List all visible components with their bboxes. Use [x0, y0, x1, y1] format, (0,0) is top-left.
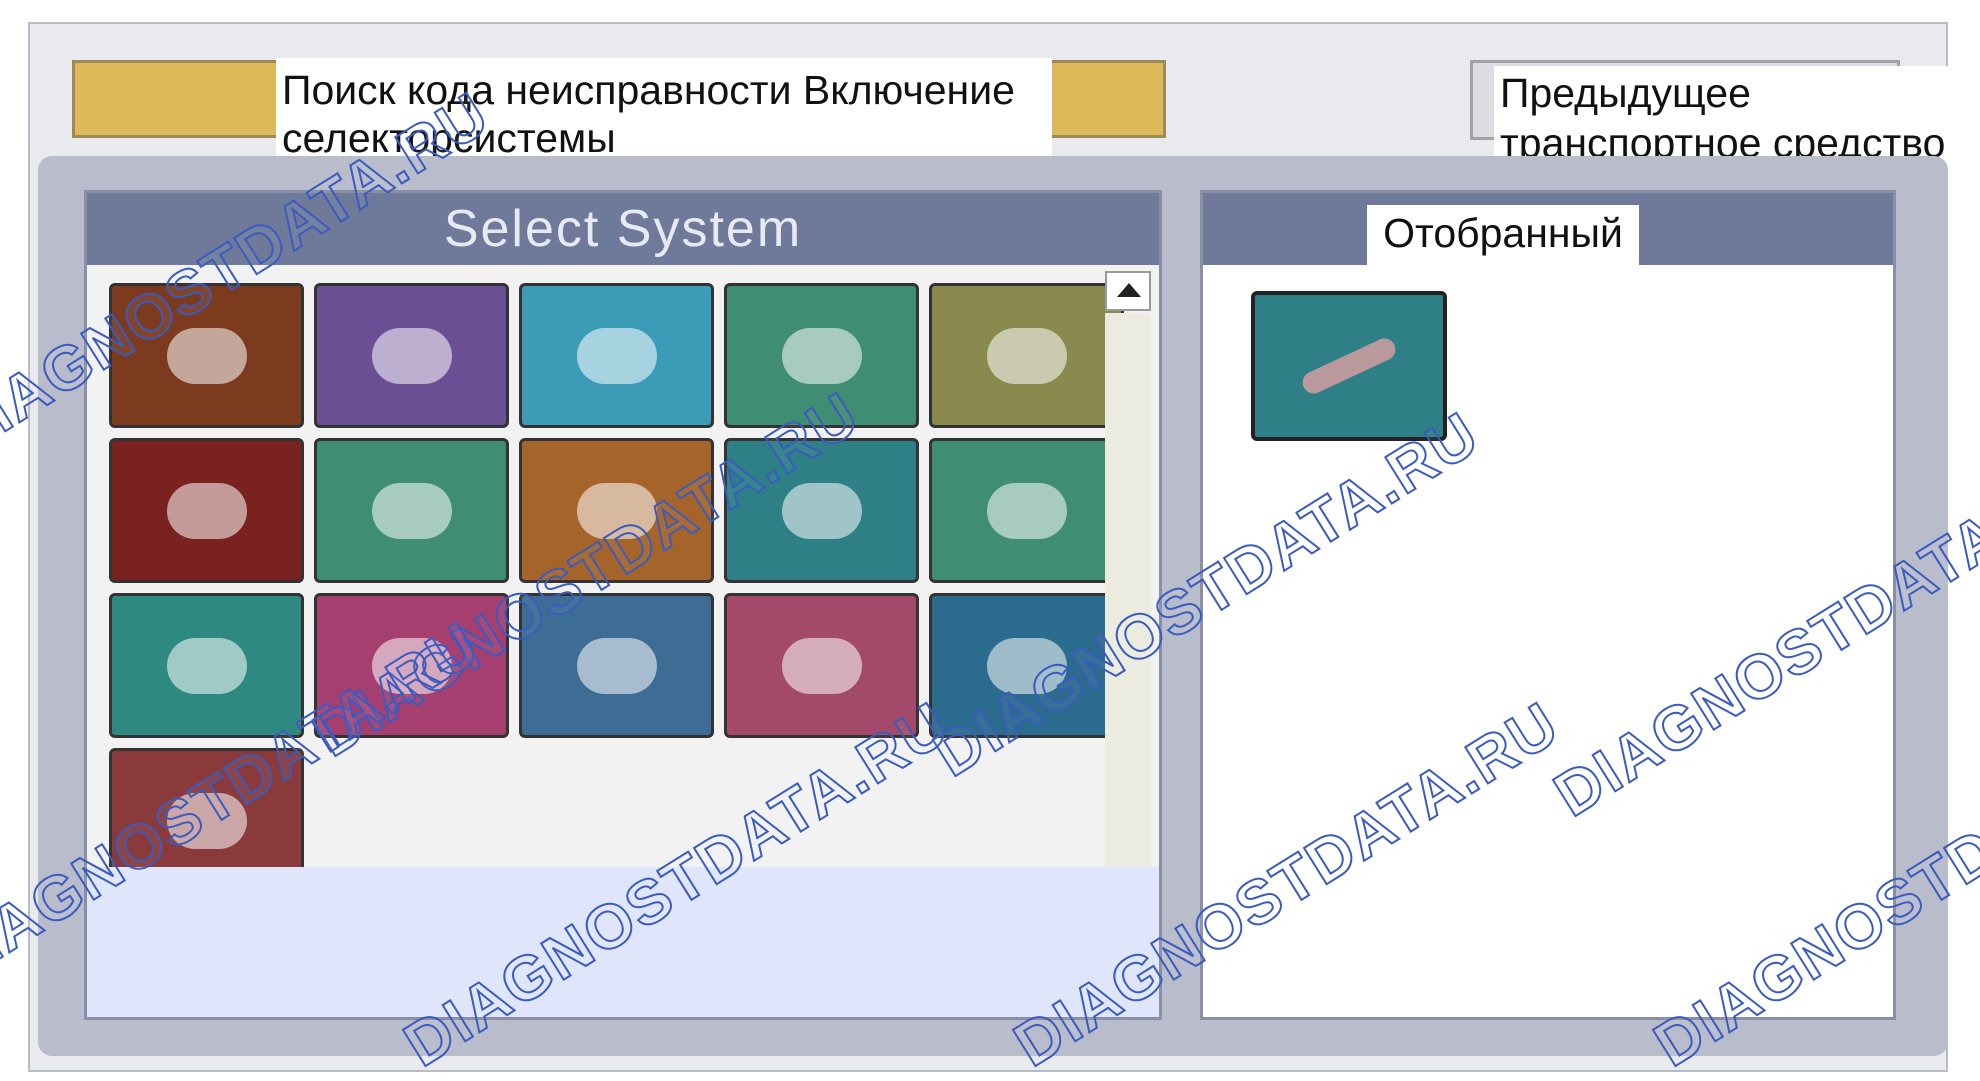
- lighting-system-tile[interactable]: [109, 593, 304, 738]
- scroll-up-button[interactable]: [1105, 271, 1151, 311]
- wiper-icon: [1299, 334, 1399, 398]
- chassis-system-tile[interactable]: [109, 438, 304, 583]
- transmission-system-icon: [371, 327, 452, 384]
- audio-system-icon: [781, 637, 862, 694]
- chassis-system-icon: [166, 482, 247, 539]
- instrument-system-icon: [576, 637, 657, 694]
- body-system-icon: [371, 482, 452, 539]
- network-system-icon: [986, 482, 1067, 539]
- brake-system-icon: [781, 327, 862, 384]
- steering-system-tile[interactable]: [519, 283, 714, 428]
- steering-system-icon: [576, 327, 657, 384]
- transmission-system-tile[interactable]: [314, 283, 509, 428]
- body-system-tile[interactable]: [314, 438, 509, 583]
- network-system-tile[interactable]: [929, 438, 1124, 583]
- restraint-system-icon: [986, 327, 1067, 384]
- lighting-system-icon: [166, 637, 247, 694]
- electrical-system-icon: [781, 482, 862, 539]
- selected-panel-title: Отобранный: [1367, 205, 1639, 265]
- selected-system-tile[interactable]: [1251, 291, 1447, 441]
- restraint-system-tile[interactable]: [929, 283, 1124, 428]
